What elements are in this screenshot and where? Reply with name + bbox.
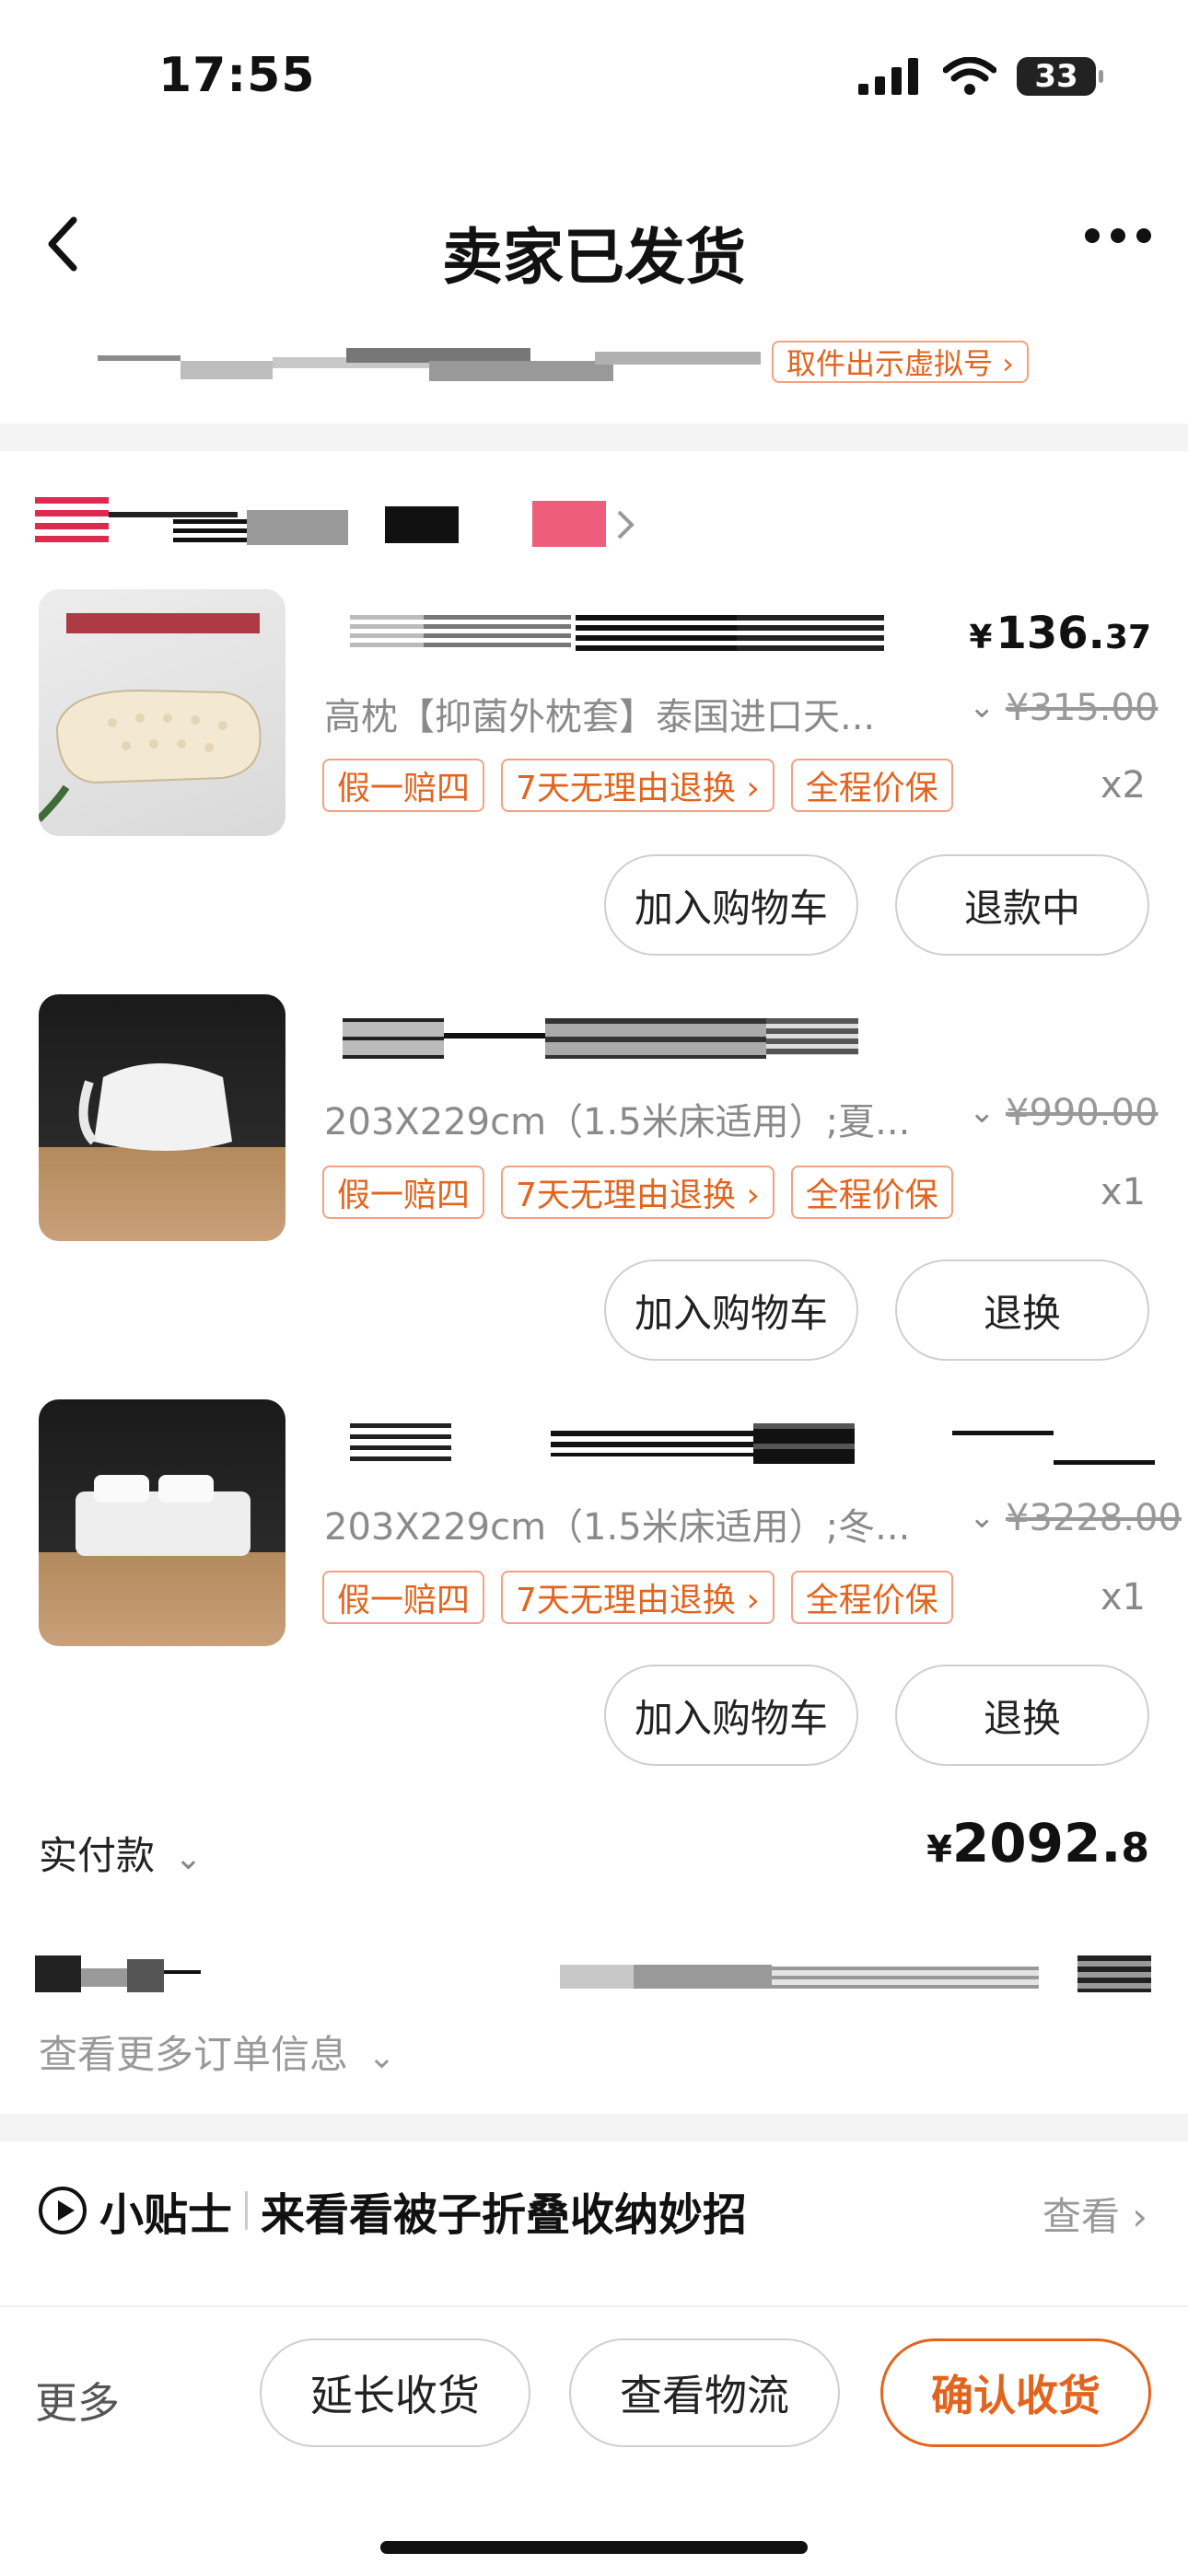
section-divider	[0, 424, 1188, 451]
tag-7day-return[interactable]: 7天无理由退换 ›	[501, 1571, 775, 1624]
add-to-cart-button[interactable]: 加入购物车	[604, 854, 858, 956]
extend-receipt-button[interactable]: 延长收货	[260, 2338, 530, 2447]
wifi-icon	[943, 57, 996, 95]
more-dot-icon	[1085, 228, 1100, 243]
confirm-receipt-button[interactable]: 确认收货	[880, 2338, 1151, 2447]
tip-row[interactable]: 小贴士 来看看被子折叠收纳妙招	[39, 2178, 747, 2243]
spec-dropdown-icon[interactable]: ⌄	[969, 1094, 996, 1131]
refund-status-button[interactable]: 退款中	[895, 854, 1149, 956]
item-spec[interactable]: 203X229cm（1.5米床适用）;夏...	[324, 1092, 950, 1145]
product-title-redacted[interactable]	[350, 615, 949, 656]
logistics-info-redacted	[98, 348, 761, 385]
paid-amount-value: ¥2092.8	[926, 1812, 1149, 1874]
tip-title: 小贴士	[99, 2189, 233, 2241]
play-icon	[39, 2187, 87, 2234]
item-spec[interactable]: 高枕【抑菌外枕套】泰国进口天...	[324, 687, 914, 740]
order-number-redacted	[35, 1955, 1159, 1996]
item-original-price: ¥990.00	[1006, 1092, 1159, 1134]
product-title-redacted[interactable]	[350, 1423, 1155, 1465]
product-image[interactable]	[39, 994, 285, 1241]
tag-price-protection: 全程价保	[790, 759, 953, 812]
add-to-cart-button[interactable]: 加入购物车	[604, 1259, 858, 1361]
tag-fake-compensation: 假一赔四	[322, 1166, 485, 1219]
tag-7day-return[interactable]: 7天无理由退换 ›	[501, 759, 775, 812]
product-image[interactable]	[39, 1399, 285, 1646]
service-tags: 假一赔四 7天无理由退换 › 全程价保	[322, 1166, 953, 1219]
return-exchange-button[interactable]: 退换	[895, 1259, 1149, 1361]
tag-fake-compensation: 假一赔四	[322, 759, 485, 812]
paid-amount-label[interactable]: 实付款 ⌄	[39, 1825, 203, 1881]
chevron-down-icon: ⌄	[174, 1839, 203, 1877]
item-original-price: ¥315.00	[1006, 687, 1159, 729]
tag-7day-return[interactable]: 7天无理由退换 ›	[501, 1166, 775, 1219]
signal-icon	[858, 58, 918, 95]
product-title-redacted[interactable]	[343, 1018, 950, 1059]
return-exchange-button[interactable]: 退换	[895, 1665, 1149, 1766]
tag-price-protection: 全程价保	[790, 1571, 953, 1624]
home-indicator	[380, 2541, 808, 2554]
item-quantity: x1	[1100, 1576, 1146, 1619]
item-quantity: x2	[1100, 764, 1146, 806]
item-spec[interactable]: 203X229cm（1.5米床适用）;冬...	[324, 1497, 950, 1550]
more-menu-button[interactable]	[1085, 228, 1151, 243]
product-image[interactable]	[39, 589, 285, 836]
item-quantity: x1	[1100, 1171, 1146, 1213]
more-actions-button[interactable]: 更多	[35, 2370, 120, 2431]
section-divider	[0, 2114, 1188, 2141]
view-logistics-button[interactable]: 查看物流	[569, 2338, 840, 2447]
spec-dropdown-icon[interactable]: ⌄	[969, 1499, 996, 1536]
service-tags: 假一赔四 7天无理由退换 › 全程价保	[322, 1571, 953, 1624]
tip-text: 来看看被子折叠收纳妙招	[261, 2189, 748, 2241]
spec-dropdown-icon[interactable]: ⌄	[969, 689, 996, 725]
tag-price-protection: 全程价保	[790, 1166, 953, 1219]
status-icons: 33	[858, 57, 1103, 96]
service-tags: 假一赔四 7天无理由退换 › 全程价保	[322, 759, 953, 812]
tag-fake-compensation: 假一赔四	[322, 1571, 485, 1624]
status-time: 17:55	[158, 48, 316, 103]
add-to-cart-button[interactable]: 加入购物车	[604, 1665, 858, 1766]
more-dot-icon	[1136, 228, 1151, 243]
tip-separator	[245, 2191, 249, 2230]
pickup-virtual-number-button[interactable]: 取件出示虚拟号 ›	[772, 341, 1029, 383]
more-order-info-toggle[interactable]: 查看更多订单信息 ⌄	[39, 2024, 396, 2080]
chevron-down-icon: ⌄	[367, 2038, 396, 2076]
item-price: ¥136.37	[969, 608, 1151, 659]
battery-icon: 33	[1017, 57, 1103, 96]
tip-view-link[interactable]: 查看 ›	[1042, 2186, 1147, 2242]
chevron-right-icon	[617, 510, 635, 540]
more-dot-icon	[1111, 228, 1125, 243]
item-original-price: ¥3228.00	[1006, 1497, 1182, 1539]
shop-header[interactable]	[35, 497, 643, 549]
page-title: 卖家已发货	[442, 222, 746, 293]
